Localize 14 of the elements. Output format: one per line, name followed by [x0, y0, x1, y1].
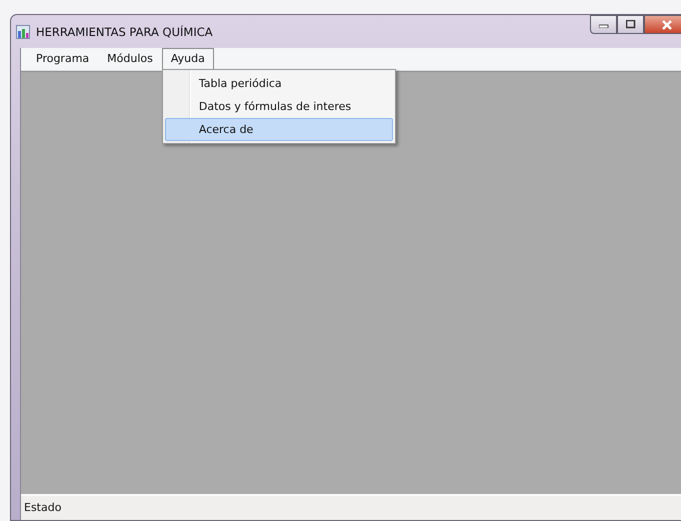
- minimize-icon: [598, 22, 608, 28]
- menu-option[interactable]: Datos y fórmulas de interes: [164, 95, 393, 118]
- menu-item[interactable]: Módulos: [98, 48, 162, 70]
- close-button[interactable]: [644, 15, 681, 34]
- menu-option[interactable]: Acerca de: [164, 118, 393, 141]
- restore-icon: [626, 20, 636, 29]
- restore-button[interactable]: [617, 15, 644, 34]
- menu-item[interactable]: Ayuda: [162, 48, 214, 70]
- close-icon: [661, 20, 673, 30]
- menu-option[interactable]: Tabla periódica: [164, 72, 393, 95]
- menu-item[interactable]: Programa: [27, 48, 98, 70]
- window-title: HERRAMIENTAS PARA QUÍMICA: [36, 24, 213, 38]
- status-text: Estado: [24, 500, 62, 514]
- minimize-button[interactable]: [590, 15, 617, 34]
